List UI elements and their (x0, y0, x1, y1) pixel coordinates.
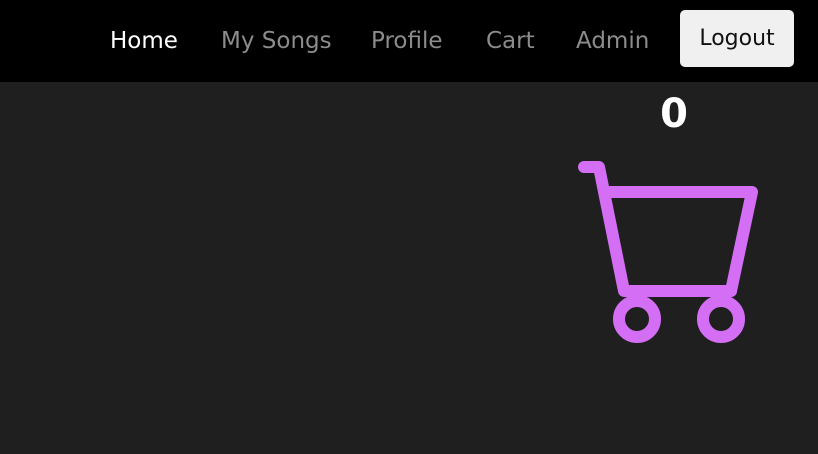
nav-link-home[interactable]: Home (110, 25, 178, 57)
logout-button[interactable]: Logout (680, 10, 794, 67)
cart-wheel-left (613, 295, 661, 343)
cart-wheel-right (697, 295, 745, 343)
top-navbar: Home My Songs Profile Cart Admin Logout (0, 0, 818, 82)
nav-link-profile[interactable]: Profile (371, 25, 443, 57)
shopping-cart-icon[interactable] (572, 156, 768, 352)
cart-basket-path (603, 186, 758, 297)
cart-handle-path (578, 161, 737, 297)
cart-item-count: 0 (660, 91, 688, 137)
nav-link-my-songs[interactable]: My Songs (221, 25, 332, 57)
nav-link-admin[interactable]: Admin (576, 25, 649, 57)
main-content: 0 (0, 82, 818, 454)
nav-link-cart[interactable]: Cart (486, 25, 535, 57)
